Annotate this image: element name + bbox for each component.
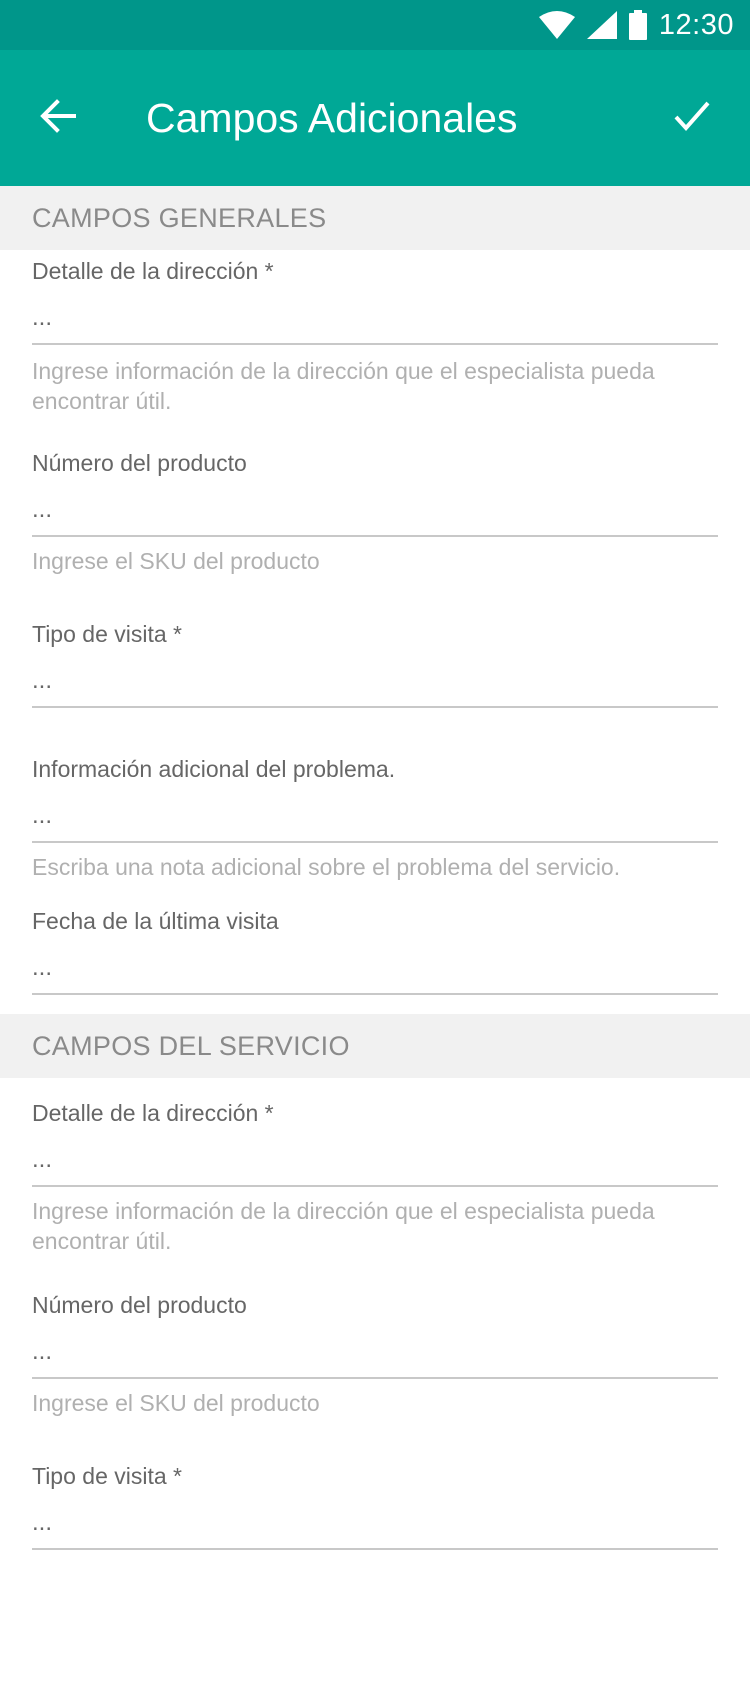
- field-help-text: Ingrese el SKU del producto: [32, 548, 320, 574]
- field-help-text: Ingrese información de la dirección que …: [32, 1198, 655, 1254]
- field-label: Número del producto: [32, 450, 247, 476]
- field-underline: [32, 841, 718, 843]
- wifi-icon: [538, 11, 575, 39]
- back-button[interactable]: [0, 50, 116, 186]
- field-help-text: Ingrese el SKU del producto: [32, 1390, 320, 1416]
- field-underline: [32, 1377, 718, 1379]
- field-underline: [32, 343, 718, 345]
- confirm-button[interactable]: [634, 50, 750, 186]
- field-label: Tipo de visita *: [32, 621, 182, 647]
- last-visit-date-input[interactable]: ...: [32, 954, 718, 982]
- status-bar: 12:30: [0, 0, 750, 50]
- address-detail-input[interactable]: ...: [32, 304, 718, 332]
- page-title: Campos Adicionales: [146, 94, 518, 141]
- field-label: Número del producto: [32, 1292, 247, 1318]
- visit-type-input[interactable]: ...: [32, 1509, 718, 1537]
- cell-signal-icon: [586, 11, 617, 39]
- field-label: Tipo de visita *: [32, 1463, 182, 1489]
- battery-icon: [628, 10, 647, 40]
- field-label: Detalle de la dirección *: [32, 258, 274, 284]
- arrow-back-icon: [40, 98, 76, 138]
- section-header-service: CAMPOS DEL SERVICIO: [0, 1014, 750, 1078]
- address-detail-input[interactable]: ...: [32, 1146, 718, 1174]
- section-header-general: CAMPOS GENERALES: [0, 186, 750, 250]
- visit-type-input[interactable]: ...: [32, 667, 718, 695]
- field-label: Detalle de la dirección *: [32, 1100, 274, 1126]
- product-number-input[interactable]: ...: [32, 1338, 718, 1366]
- field-help-text: Ingrese información de la dirección que …: [32, 358, 655, 414]
- field-underline: [32, 535, 718, 537]
- field-label: Fecha de la última visita: [32, 908, 279, 934]
- field-underline: [32, 706, 718, 708]
- field-underline: [32, 1185, 718, 1187]
- form-content: CAMPOS GENERALES Detalle de la dirección…: [0, 186, 750, 1708]
- product-number-input[interactable]: ...: [32, 496, 718, 524]
- field-underline: [32, 993, 718, 995]
- field-help-text: Escriba una nota adicional sobre el prob…: [32, 854, 621, 880]
- field-underline: [32, 1548, 718, 1550]
- app-bar: Campos Adicionales: [0, 50, 750, 186]
- problem-info-input[interactable]: ...: [32, 802, 718, 830]
- check-icon: [673, 100, 711, 137]
- field-label: Información adicional del problema.: [32, 756, 396, 782]
- status-time: 12:30: [658, 8, 734, 41]
